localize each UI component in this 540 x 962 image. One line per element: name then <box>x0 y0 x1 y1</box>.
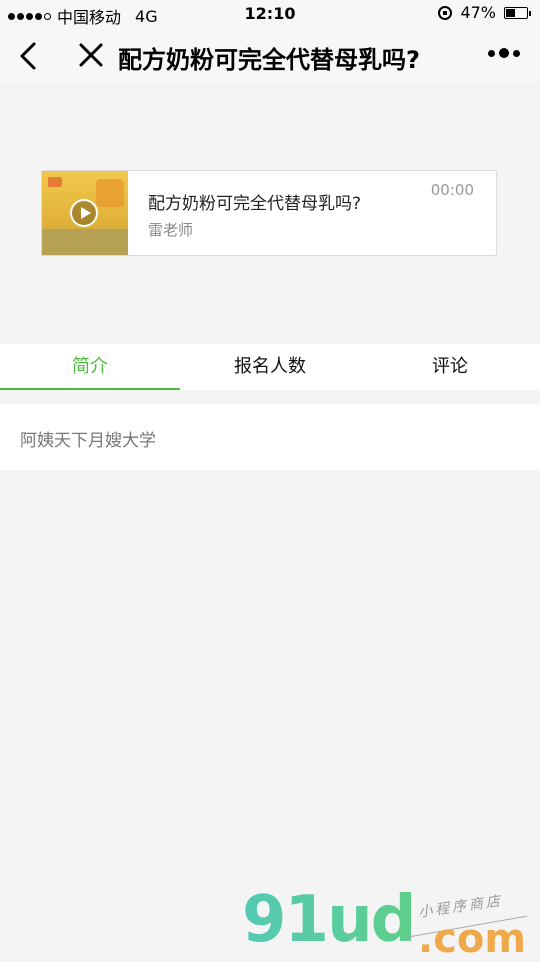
audio-lesson-card[interactable]: 配方奶粉可完全代替母乳吗? 雷老师 00:00 <box>41 170 497 256</box>
thumbnail-decoration <box>48 177 62 187</box>
play-icon[interactable] <box>70 199 98 227</box>
orientation-lock-icon <box>438 5 453 20</box>
chevron-left-icon[interactable] <box>16 40 40 72</box>
tab-intro[interactable]: 简介 <box>0 344 180 390</box>
status-bar: 中国移动 4G 12:10 47% <box>0 0 540 28</box>
lesson-author: 雷老师 <box>148 221 194 239</box>
tab-bar: 简介 报名人数 评论 <box>0 344 540 390</box>
thumbnail-band <box>42 229 128 255</box>
battery-icon <box>504 6 531 19</box>
close-icon[interactable] <box>78 42 104 68</box>
watermark-domain: .com <box>418 916 527 962</box>
more-dots-icon[interactable] <box>488 48 520 58</box>
lesson-duration: 00:00 <box>430 181 474 199</box>
tab-enrollment-count[interactable]: 报名人数 <box>180 344 360 390</box>
thumbnail-decoration <box>96 179 124 207</box>
tab-comments[interactable]: 评论 <box>360 344 540 390</box>
intro-panel: 阿姨天下月嫂大学 <box>0 404 540 470</box>
lesson-thumbnail <box>42 171 128 255</box>
page-title: 配方奶粉可完全代替母乳吗? <box>118 46 420 74</box>
watermark-brand: 91ud <box>242 883 416 957</box>
navigation-bar: 配方奶粉可完全代替母乳吗? <box>0 28 540 84</box>
watermark-logo: 91ud 小程序商店 .com <box>242 883 540 962</box>
battery-fill <box>506 8 515 17</box>
intro-text: 阿姨天下月嫂大学 <box>20 431 156 451</box>
lesson-title: 配方奶粉可完全代替母乳吗? <box>148 194 362 214</box>
status-right: 47% <box>438 3 531 22</box>
battery-percent: 47% <box>460 3 496 22</box>
